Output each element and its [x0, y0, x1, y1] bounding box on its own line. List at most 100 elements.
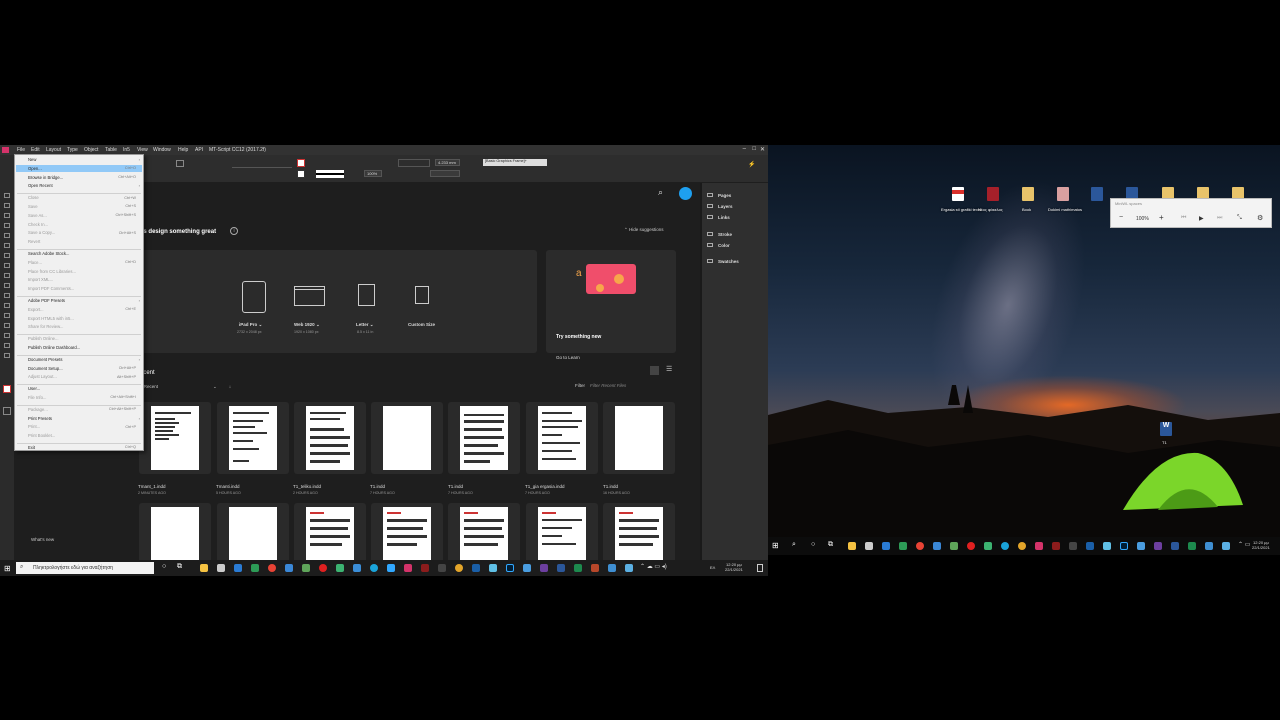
- panel-links[interactable]: Links: [718, 215, 730, 220]
- object-style-select[interactable]: [Basic Graphics Frame]+: [483, 159, 547, 166]
- app-icon[interactable]: [1137, 542, 1145, 550]
- recent-file-name[interactable]: T1.indd: [370, 484, 385, 489]
- app-icon[interactable]: [285, 564, 293, 572]
- store-icon[interactable]: [865, 542, 873, 550]
- mail-icon[interactable]: [234, 564, 242, 572]
- align-icons[interactable]: [398, 159, 430, 167]
- rectangle-tool-icon[interactable]: [4, 283, 10, 288]
- skip-back-icon[interactable]: ⏮: [1181, 215, 1186, 222]
- acrobat-icon[interactable]: [421, 564, 429, 572]
- indesign-icon[interactable]: [1035, 542, 1043, 550]
- page-tool-icon[interactable]: [4, 213, 10, 218]
- book-file-icon[interactable]: [1022, 187, 1034, 201]
- recent-file-name[interactable]: T1_teliko.indd: [293, 484, 321, 489]
- menu-in5[interactable]: In5: [123, 147, 130, 153]
- hide-suggestions-button[interactable]: ⌃ Hide suggestions: [624, 227, 664, 233]
- word-file-icon[interactable]: W: [1160, 422, 1172, 436]
- file-menu-item[interactable]: Search Adobe Stock...: [28, 251, 69, 256]
- excel-icon[interactable]: [574, 564, 582, 572]
- stroke-icon[interactable]: [707, 232, 713, 236]
- acrobat-icon[interactable]: [1052, 542, 1060, 550]
- panel-swatches[interactable]: Swatches: [718, 259, 739, 264]
- stroke-type-select[interactable]: [316, 170, 344, 178]
- file-menu-item[interactable]: Open Recent: [28, 183, 53, 188]
- menu-type[interactable]: Type: [67, 147, 78, 153]
- menu-object[interactable]: Object: [84, 147, 98, 153]
- menu-api[interactable]: API: [195, 147, 203, 153]
- zoom-tool-icon[interactable]: [4, 353, 10, 358]
- app-icon[interactable]: [1205, 542, 1213, 550]
- layers-icon[interactable]: [707, 204, 713, 208]
- edge-icon[interactable]: [370, 564, 378, 572]
- app-icon[interactable]: [353, 564, 361, 572]
- notification-icon[interactable]: [757, 564, 763, 572]
- menu-file[interactable]: File: [17, 147, 25, 153]
- try-something-new-card[interactable]: a Try something new Go to Learn: [546, 250, 676, 360]
- gap-tool-icon[interactable]: [4, 223, 10, 228]
- tray-icons[interactable]: ⌃ ▭: [1238, 541, 1250, 548]
- file-explorer-icon[interactable]: [200, 564, 208, 572]
- preset-ipad-pro[interactable]: iPad Pro ⌄: [239, 322, 262, 328]
- file-menu-item[interactable]: Publish Online Dashboard...: [28, 345, 80, 350]
- preset-web-1920[interactable]: Web 1920 ⌄: [294, 322, 320, 328]
- go-to-learn-link[interactable]: Go to Learn: [556, 355, 580, 360]
- app-icon[interactable]: [1222, 542, 1230, 550]
- photoshop-icon[interactable]: [1120, 542, 1128, 550]
- app-icon[interactable]: [608, 564, 616, 572]
- effect-field[interactable]: [430, 170, 460, 177]
- filter-input[interactable]: Filter Recent Files: [590, 383, 626, 388]
- fill-swatch-icon[interactable]: [297, 159, 305, 167]
- transform-icons[interactable]: [232, 160, 292, 168]
- file-explorer-icon[interactable]: [848, 542, 856, 550]
- app-icon[interactable]: [455, 564, 463, 572]
- app-icon[interactable]: [523, 564, 531, 572]
- line-tool-icon[interactable]: [4, 243, 10, 248]
- grid-view-icon[interactable]: [650, 366, 659, 375]
- edge-icon[interactable]: [1001, 542, 1009, 550]
- opacity-field[interactable]: 100%: [364, 170, 382, 177]
- app-icon[interactable]: [984, 542, 992, 550]
- app-icon[interactable]: [1103, 542, 1111, 550]
- menu-edit[interactable]: Edit: [31, 147, 40, 153]
- opera-icon[interactable]: [319, 564, 327, 572]
- zoom-out-button[interactable]: −: [1119, 214, 1123, 221]
- recent-file-thumb[interactable]: [217, 402, 289, 474]
- file-menu-item[interactable]: Adobe PDF Presets: [28, 298, 65, 303]
- app-icon[interactable]: [489, 564, 497, 572]
- app-icon[interactable]: [1018, 542, 1026, 550]
- recent-file-thumb[interactable]: [448, 402, 520, 474]
- clock[interactable]: 12:20 μμ 22/1/2021: [725, 562, 743, 572]
- search-icon[interactable]: ⌕: [792, 541, 796, 549]
- file-menu-item[interactable]: Exit: [28, 445, 35, 450]
- recent-file-thumb[interactable]: [294, 402, 366, 474]
- folder-icon[interactable]: [987, 187, 999, 201]
- direct-selection-tool-icon[interactable]: [4, 203, 10, 208]
- links-icon[interactable]: [707, 215, 713, 219]
- selection-tool-icon[interactable]: [4, 193, 10, 198]
- pages-icon[interactable]: [707, 193, 713, 197]
- windows-start-icon[interactable]: ⊞: [772, 541, 779, 550]
- task-view-icon[interactable]: ⧉: [828, 541, 833, 549]
- note-tool-icon[interactable]: [4, 323, 10, 328]
- cortana-icon[interactable]: ○: [811, 541, 815, 548]
- lang-indicator[interactable]: ΕΛ: [710, 565, 715, 570]
- opera-icon[interactable]: [967, 542, 975, 550]
- info-icon[interactable]: i: [230, 227, 238, 235]
- panel-pages[interactable]: Pages: [718, 193, 731, 198]
- chrome-icon[interactable]: [916, 542, 924, 550]
- recent-file-thumb[interactable]: [603, 402, 675, 474]
- eyedropper-tool-icon[interactable]: [4, 333, 10, 338]
- rectangle-frame-tool-icon[interactable]: [4, 273, 10, 278]
- recent-file-thumb[interactable]: [139, 402, 211, 474]
- recent-file-thumb[interactable]: [371, 402, 443, 474]
- recent-file-name[interactable]: T1_gia ergasia.indd: [525, 484, 565, 489]
- indesign-icon[interactable]: [404, 564, 412, 572]
- panel-layers[interactable]: Layers: [718, 204, 733, 209]
- file-menu-item[interactable]: User...: [28, 386, 40, 391]
- swatches-icon[interactable]: [707, 259, 713, 263]
- gradient-tool-icon[interactable]: [4, 313, 10, 318]
- pdf-file-icon[interactable]: [952, 187, 964, 201]
- recent-file-name[interactable]: T1.indd: [603, 484, 618, 489]
- custom-size-icon[interactable]: [415, 286, 429, 304]
- app-icon[interactable]: [1086, 542, 1094, 550]
